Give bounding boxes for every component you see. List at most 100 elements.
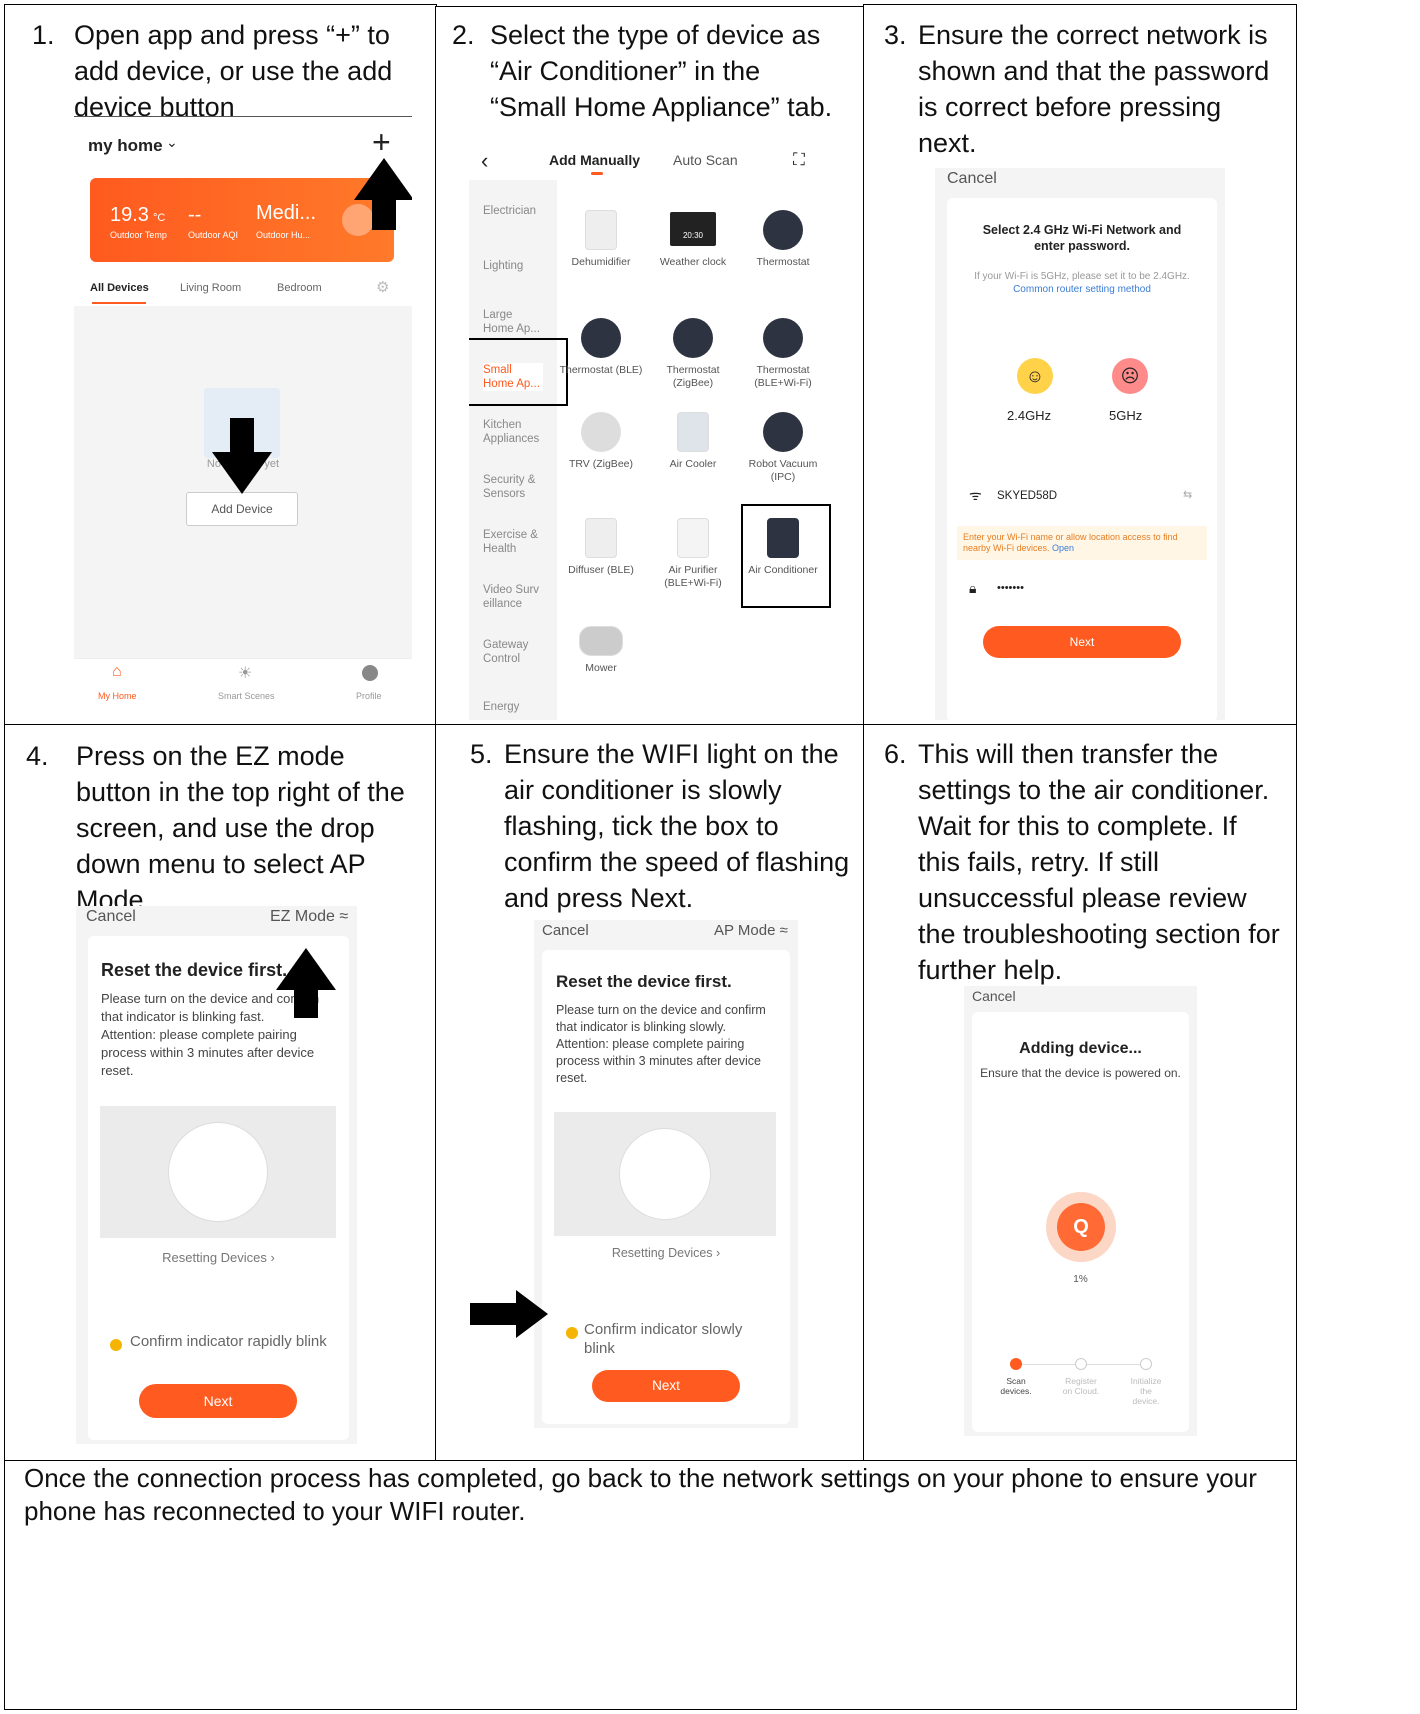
category-electrician[interactable]: Electrician (483, 204, 553, 218)
device-air-cooler[interactable]: Air Cooler (645, 412, 741, 471)
device-thermostat-ble-wifi[interactable]: Thermostat (BLE+Wi-Fi) (735, 318, 831, 390)
switch-network-icon[interactable]: ⇆ (1183, 488, 1192, 501)
device-weather-clock[interactable]: 20:30 Weather clock (645, 210, 741, 269)
cancel-button[interactable]: Cancel (542, 922, 589, 939)
home-icon[interactable]: ⌂ (112, 663, 122, 681)
category-video[interactable]: Video Surv eillance (483, 583, 543, 611)
check-icon (110, 1339, 122, 1351)
step4-text: 4. Press on the EZ mode button in the to… (26, 741, 405, 915)
nav-my-home[interactable]: My Home (98, 691, 137, 701)
nav-smart-scenes[interactable]: Smart Scenes (218, 691, 275, 701)
wifi-card: Select 2.4 GHz Wi-Fi Network and enter p… (947, 198, 1217, 720)
tab-auto-scan[interactable]: Auto Scan (673, 152, 738, 168)
step-label-init: Initialize the device. (1130, 1376, 1162, 1406)
device-air-purifier[interactable]: Air Purifier (BLE+Wi-Fi) (645, 518, 741, 590)
thermostat-icon (763, 318, 803, 358)
home-title[interactable]: my home (88, 136, 163, 156)
footer-text: Once the connection process has complete… (24, 1463, 1257, 1526)
category-exercise[interactable]: Exercise & Health (483, 528, 543, 556)
mode-dropdown[interactable]: AP Mode ≈ (714, 922, 788, 939)
search-progress-ring: Q (1046, 1192, 1116, 1262)
password-field[interactable]: ••••••• (997, 582, 1024, 594)
cancel-button[interactable]: Cancel (972, 988, 1016, 1004)
aqi-label: Outdoor AQI (188, 230, 239, 240)
resetting-devices-link[interactable]: Resetting Devices › (542, 1246, 790, 1260)
confirm-checkbox[interactable]: Confirm indicator slowly blink (566, 1320, 776, 1358)
arrow-shaft (372, 198, 396, 230)
sun-icon[interactable]: ☀ (238, 663, 252, 683)
category-gateway[interactable]: Gateway Control (483, 638, 543, 666)
chevron-down-icon[interactable]: ⌄ (166, 134, 178, 151)
router-link[interactable]: Common router setting method (1013, 284, 1151, 295)
temp-unit: °C (152, 212, 166, 224)
device-label: Dehumidifier (571, 256, 631, 268)
cancel-button[interactable]: Cancel (86, 908, 136, 926)
back-icon[interactable]: ‹ (481, 148, 488, 174)
air-cooler-icon (677, 412, 709, 452)
screen-ap-mode: Cancel AP Mode ≈ Reset the device first.… (534, 920, 798, 1428)
arrow-up-mode (276, 948, 336, 990)
wifi-hint: If your Wi-Fi is 5GHz, please set it to … (973, 270, 1191, 296)
clock-icon: 20:30 (670, 212, 716, 246)
device-trv[interactable]: TRV (ZigBee) (553, 412, 649, 471)
cancel-button[interactable]: Cancel (947, 170, 997, 188)
step3-text: 3. Ensure the correct network is shown a… (884, 20, 1270, 158)
tab-add-manually[interactable]: Add Manually (549, 152, 640, 168)
step1-text: 1. Open app and press “+” to add device,… (32, 20, 393, 122)
open-link[interactable]: Open (1052, 543, 1074, 553)
next-button[interactable]: Next (592, 1370, 740, 1402)
next-button[interactable]: Next (139, 1384, 297, 1418)
gear-icon[interactable]: ⚙ (376, 278, 389, 296)
step2-text: 2. Select the type of device as “Air Con… (452, 20, 833, 122)
mode-dropdown[interactable]: EZ Mode ≈ (270, 908, 348, 926)
device-thermostat[interactable]: Thermostat (735, 210, 831, 269)
device-thermostat-ble[interactable]: Thermostat (BLE) (553, 318, 649, 377)
step-dot-scan (1010, 1358, 1022, 1370)
step-dot-init (1140, 1358, 1152, 1370)
nav-profile[interactable]: Profile (356, 691, 382, 701)
tab-all-devices[interactable]: All Devices (90, 282, 149, 294)
screen-adding: Cancel Adding device... Ensure that the … (964, 986, 1197, 1436)
next-button[interactable]: Next (983, 626, 1181, 658)
sad-face-icon: ☹ (1112, 358, 1148, 394)
aqi-value: -- (188, 204, 202, 226)
wifi-icon: ᯤ (969, 487, 982, 503)
confirm-checkbox[interactable]: Confirm indicator rapidly blink (110, 1332, 330, 1351)
trv-icon (581, 412, 621, 452)
weather-card: 19.3 °C -- Medi... Outdoor Temp Outdoor A… (90, 178, 394, 262)
device-thermostat-zigbee[interactable]: Thermostat (ZigBee) (645, 318, 741, 390)
add-device-button[interactable]: Add Device (186, 492, 298, 526)
ssid-field[interactable]: SKYED58D (997, 490, 1057, 502)
humidity-label: Outdoor Hu... (256, 230, 311, 240)
device-dehumidifier[interactable]: Dehumidifier (553, 210, 649, 269)
step-label-register: Register on Cloud. (1062, 1376, 1100, 1396)
tab-bedroom[interactable]: Bedroom (277, 282, 322, 294)
category-security[interactable]: Security & Sensors (483, 473, 543, 501)
device-label: Thermostat (BLE) (559, 364, 643, 376)
device-label: Thermostat (756, 256, 810, 268)
step-dot-register (1075, 1358, 1087, 1370)
screen-ez-mode: Cancel EZ Mode ≈ Reset the device first.… (76, 906, 357, 1444)
device-mower[interactable]: Mower (553, 626, 649, 675)
plus-icon[interactable]: + (372, 124, 391, 161)
category-lighting[interactable]: Lighting (483, 259, 553, 273)
tab-living-room[interactable]: Living Room (180, 282, 241, 294)
microphone-icon[interactable] (342, 204, 374, 236)
device-label: Mower (585, 662, 617, 674)
device-robot-vacuum[interactable]: Robot Vacuum (IPC) (735, 412, 831, 484)
confirm-label: Confirm indicator rapidly blink (130, 1333, 327, 1350)
category-kitchen[interactable]: Kitchen Appliances (483, 418, 549, 446)
screen-wifi: Cancel Select 2.4 GHz Wi-Fi Network and … (935, 168, 1225, 720)
category-large-home[interactable]: Large Home Ap... (483, 308, 543, 336)
category-energy[interactable]: Energy (483, 700, 543, 714)
robot-vacuum-icon (763, 412, 803, 452)
scan-icon[interactable]: ⛶ (793, 150, 805, 170)
adding-title: Adding device... (1019, 1040, 1142, 1057)
mower-icon (579, 626, 623, 656)
resetting-devices-link[interactable]: Resetting Devices › (88, 1250, 349, 1265)
device-circle-icon (619, 1128, 711, 1220)
device-diffuser[interactable]: Diffuser (BLE) (553, 518, 649, 577)
air-conditioner-highlight (741, 504, 831, 608)
profile-icon[interactable] (362, 665, 378, 681)
reset-title: Reset the device first. (556, 972, 732, 991)
